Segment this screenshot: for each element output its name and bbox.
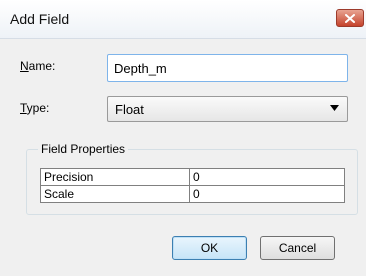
table-row: Scale 0: [40, 185, 345, 203]
chevron-down-icon: [330, 105, 339, 111]
table-row: Precision 0: [40, 168, 345, 186]
add-field-dialog: Add Field Name: Type: Float Field Proper…: [0, 0, 366, 276]
close-button[interactable]: [336, 9, 364, 27]
property-value-precision[interactable]: 0: [189, 168, 345, 186]
name-input[interactable]: [107, 54, 348, 82]
name-label: Name:: [20, 59, 56, 73]
type-dropdown[interactable]: Float: [107, 96, 348, 122]
property-name-precision: Precision: [40, 168, 190, 186]
property-value-scale[interactable]: 0: [189, 185, 345, 203]
field-properties-table: Precision 0 Scale 0: [40, 168, 345, 203]
dialog-title: Add Field: [10, 11, 70, 27]
title-bar[interactable]: Add Field: [0, 0, 366, 39]
property-name-scale: Scale: [40, 185, 190, 203]
type-selected-value: Float: [115, 102, 144, 117]
cancel-button[interactable]: Cancel: [260, 236, 335, 260]
field-properties-legend: Field Properties: [38, 142, 129, 156]
type-label: Type:: [20, 101, 50, 115]
ok-button[interactable]: OK: [172, 236, 247, 260]
close-x-icon: [345, 13, 355, 23]
